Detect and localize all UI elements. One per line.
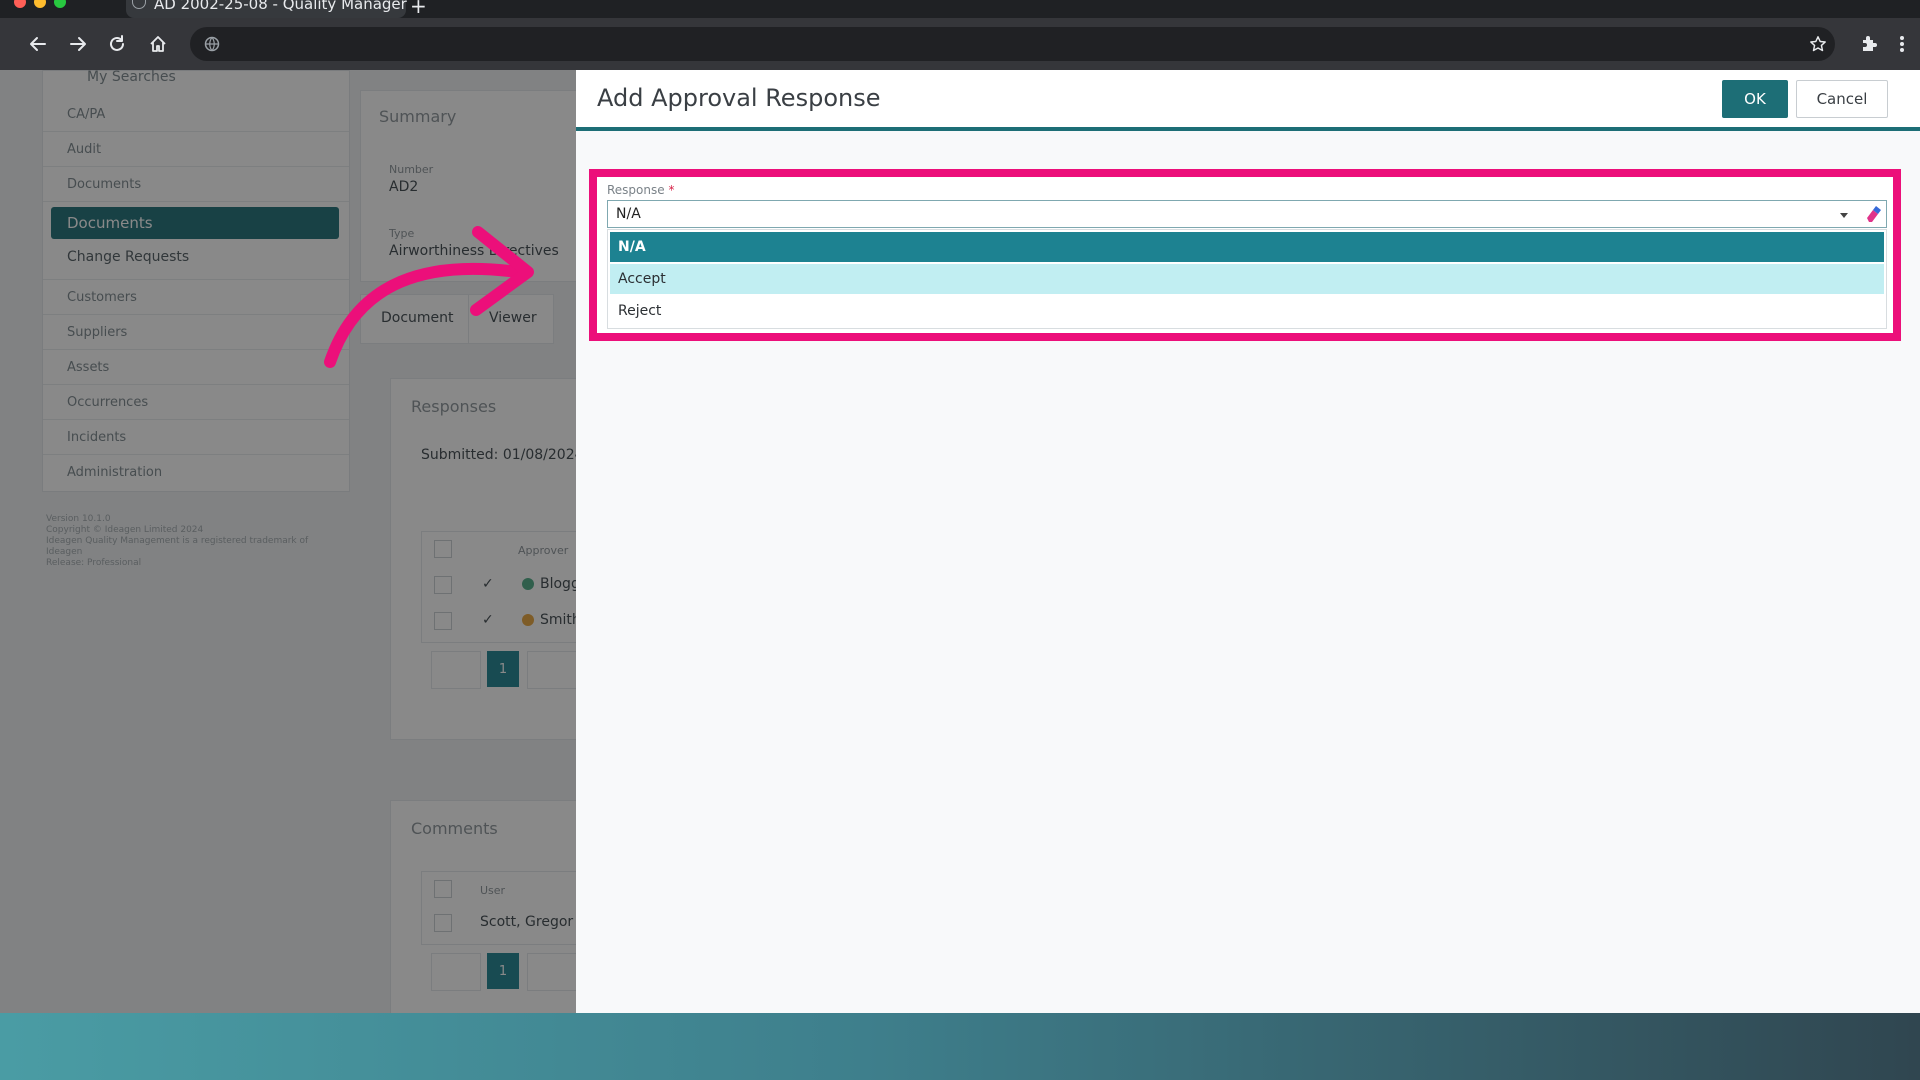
required-marker: *: [668, 183, 675, 197]
star-icon: [1810, 36, 1826, 52]
maximize-window-button[interactable]: [54, 0, 66, 8]
response-options-list: N/A Accept Reject: [607, 229, 1887, 329]
extensions-button[interactable]: [1853, 28, 1885, 60]
kebab-menu-icon: [1900, 36, 1904, 52]
home-button[interactable]: [142, 28, 174, 60]
pointer-arrow-icon: [324, 226, 534, 368]
ok-button[interactable]: OK: [1722, 80, 1788, 118]
option-na[interactable]: N/A: [610, 232, 1884, 262]
reload-icon: [110, 35, 124, 51]
reload-button[interactable]: [101, 28, 133, 60]
tab-title: AD 2002-25-08 - Quality Manager: [154, 0, 407, 13]
response-field-label: Response *: [607, 183, 674, 197]
option-label: N/A: [618, 239, 646, 255]
response-label-text: Response: [607, 183, 665, 197]
chevron-down-icon[interactable]: [1840, 213, 1848, 218]
eraser-icon[interactable]: [1864, 205, 1882, 223]
bookmark-button[interactable]: [1802, 28, 1834, 60]
selected-value: N/A: [616, 206, 641, 222]
option-label: Reject: [618, 303, 662, 319]
new-tab-button[interactable]: +: [410, 0, 427, 18]
desktop-background: [0, 1013, 1920, 1080]
forward-button[interactable]: [62, 28, 94, 60]
close-window-button[interactable]: [14, 0, 26, 8]
globe-icon: [204, 36, 220, 52]
option-label: Accept: [618, 271, 666, 287]
address-bar[interactable]: [190, 27, 1835, 61]
arrow-right-icon: [70, 37, 86, 51]
browser-tab[interactable]: AD 2002-25-08 - Quality Manager: [126, 0, 407, 18]
option-accept[interactable]: Accept: [610, 264, 1884, 294]
home-icon: [150, 36, 166, 52]
dialog-title: Add Approval Response: [597, 84, 881, 112]
response-select[interactable]: N/A: [607, 200, 1887, 228]
puzzle-icon: [1863, 36, 1877, 51]
browser-toolbar: [0, 18, 1920, 70]
dialog-header: Add Approval Response OK Cancel: [576, 70, 1920, 131]
browser-window: AD 2002-25-08 - Quality Manager + Add Ap…: [0, 0, 1920, 1013]
arrow-left-icon: [30, 37, 46, 51]
minimize-window-button[interactable]: [34, 0, 46, 8]
tab-strip: AD 2002-25-08 - Quality Manager +: [0, 0, 1920, 18]
browser-menu-button[interactable]: [1886, 28, 1918, 60]
back-button[interactable]: [22, 28, 54, 60]
option-reject[interactable]: Reject: [610, 296, 1884, 326]
cancel-button[interactable]: Cancel: [1796, 80, 1888, 118]
globe-icon: [132, 0, 146, 9]
